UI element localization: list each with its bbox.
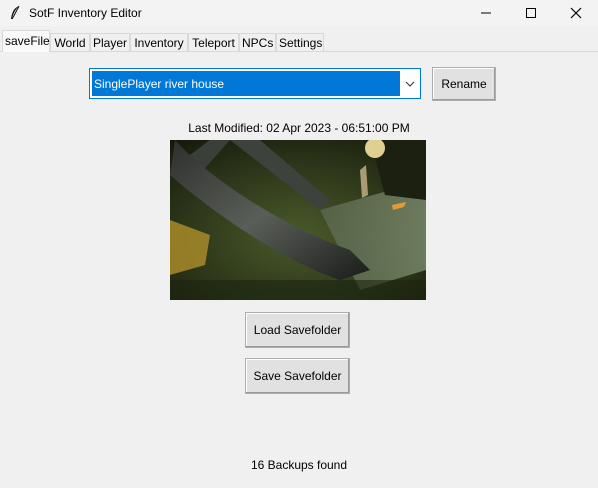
save-preview-image bbox=[170, 140, 426, 300]
tab-npcs[interactable]: NPCs bbox=[239, 33, 276, 51]
backups-status: 16 Backups found bbox=[250, 458, 348, 472]
maximize-icon bbox=[526, 8, 536, 18]
save-select-value: SinglePlayer river house bbox=[92, 71, 400, 96]
tab-settings[interactable]: Settings bbox=[276, 33, 324, 51]
tab-teleport[interactable]: Teleport bbox=[188, 33, 239, 51]
close-icon bbox=[570, 7, 582, 19]
tab-bar: saveFile World Player Inventory Teleport… bbox=[0, 30, 598, 52]
maximize-button[interactable] bbox=[508, 0, 554, 26]
tab-divider bbox=[0, 51, 598, 52]
window-title: SotF Inventory Editor bbox=[29, 6, 142, 20]
close-button[interactable] bbox=[553, 0, 598, 26]
minimize-button[interactable] bbox=[463, 0, 509, 26]
save-select[interactable]: SinglePlayer river house bbox=[89, 68, 421, 99]
tab-savefile[interactable]: saveFile bbox=[2, 30, 50, 52]
tab-inventory[interactable]: Inventory bbox=[130, 33, 188, 51]
feather-icon bbox=[8, 5, 22, 21]
save-savefolder-button[interactable]: Save Savefolder bbox=[245, 358, 350, 394]
title-bar: SotF Inventory Editor bbox=[0, 0, 598, 26]
chevron-down-icon[interactable] bbox=[402, 69, 418, 98]
tab-world[interactable]: World bbox=[50, 33, 90, 51]
minimize-icon bbox=[481, 12, 491, 14]
last-modified-label: Last Modified: 02 Apr 2023 - 06:51:00 PM bbox=[188, 121, 410, 135]
rename-button[interactable]: Rename bbox=[432, 67, 496, 101]
load-savefolder-button[interactable]: Load Savefolder bbox=[245, 312, 350, 348]
tab-player[interactable]: Player bbox=[90, 33, 130, 51]
